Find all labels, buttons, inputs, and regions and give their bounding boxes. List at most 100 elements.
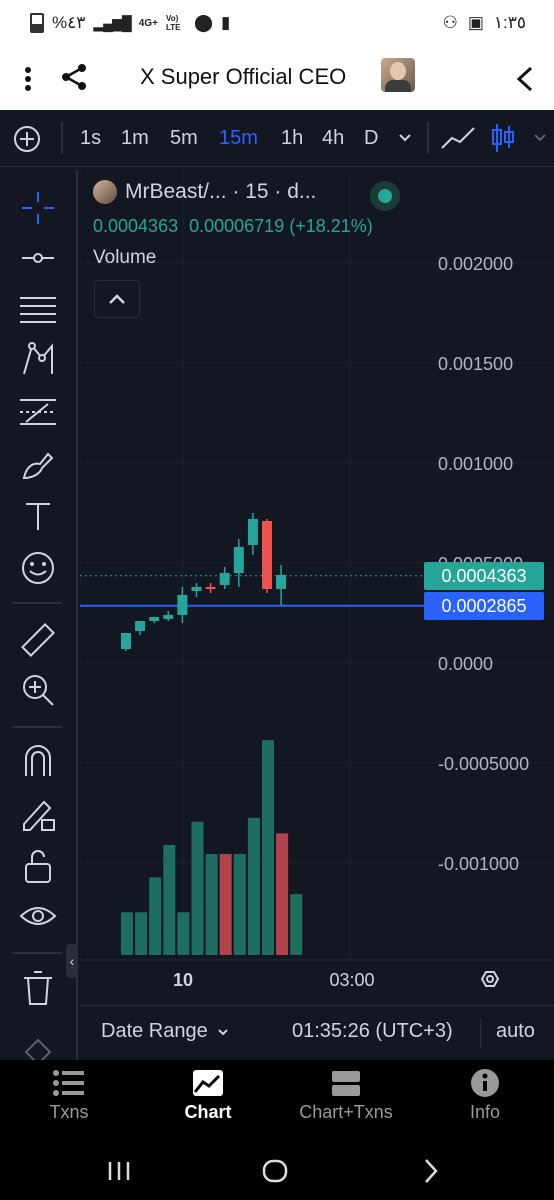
tf-5m[interactable]: 5m — [170, 127, 198, 150]
tab-chart[interactable]: Chart — [148, 1068, 268, 1123]
volume-bar — [276, 833, 289, 955]
price-axis-label: -0.001000 — [438, 854, 519, 874]
system-nav-bar — [0, 1150, 554, 1200]
settings-icon-center — [486, 975, 494, 983]
toolbar-divider — [12, 726, 62, 728]
forecast-icon[interactable] — [18, 392, 58, 432]
symbol-avatar — [93, 180, 117, 204]
chevron-down-icon[interactable] — [397, 130, 413, 146]
list-icon — [53, 1070, 84, 1096]
candle-body — [177, 595, 188, 615]
toolbar-divider — [480, 1018, 481, 1048]
line-chart-icon[interactable] — [440, 124, 476, 152]
date-range-button[interactable]: Date Range — [101, 1020, 230, 1043]
trend-line-icon[interactable] — [18, 238, 58, 278]
tf-4h[interactable]: 4h — [322, 127, 344, 150]
info-icon — [471, 1069, 499, 1097]
chart-footer: Date Range 01:35:26 (UTC+3) auto — [80, 1005, 554, 1061]
line-price-tag[interactable]: 0.0002865 — [424, 592, 544, 620]
chart-icon — [193, 1070, 223, 1096]
tf-1s[interactable]: 1s — [80, 127, 101, 150]
candle-body — [135, 621, 146, 631]
crosshair-icon[interactable] — [18, 188, 58, 228]
market-status-dot — [370, 181, 400, 211]
status-time: ١:٣٥ — [493, 13, 526, 32]
back-icon[interactable] — [513, 64, 537, 94]
candle-body — [247, 519, 258, 545]
volume-bar — [135, 912, 148, 955]
tab-chart-txns-label: Chart+Txns — [299, 1102, 393, 1122]
eye-icon[interactable] — [18, 896, 58, 936]
split-view-icon — [332, 1071, 360, 1096]
tf-1h[interactable]: 1h — [281, 127, 303, 150]
candle-body — [233, 547, 244, 573]
ruler-icon[interactable] — [18, 620, 58, 660]
status-left: %٤٣ ▂▄▆█ 4G+ Vo) LTE ⬤ ▮ — [30, 13, 230, 33]
symbol-legend: MrBeast/... · 15 · d... — [93, 180, 316, 204]
share-icon[interactable] — [60, 62, 90, 92]
unlock-icon[interactable] — [18, 846, 58, 886]
price-axis-label: 0.0000 — [438, 654, 493, 674]
status-bar: %٤٣ ▂▄▆█ 4G+ Vo) LTE ⬤ ▮ ⚇ ▣ ١:٣٥ — [0, 0, 554, 50]
chevron-down-icon — [218, 1028, 228, 1035]
collapse-toolbar-handle[interactable]: ‹ — [66, 944, 78, 978]
home-icon[interactable] — [260, 1156, 290, 1186]
tab-info[interactable]: Info — [425, 1068, 545, 1123]
gallery-icon: ▣ — [467, 13, 484, 32]
more-icon[interactable] — [22, 64, 34, 94]
settings-icon[interactable] — [480, 971, 500, 987]
tab-txns-label: Txns — [49, 1102, 89, 1122]
clock-timezone[interactable]: 01:35:26 (UTC+3) — [292, 1020, 453, 1043]
last-price-tag: 0.0004363 — [424, 562, 544, 590]
candle-body — [205, 587, 216, 589]
volume-bar — [219, 854, 232, 955]
chevron-up-icon — [109, 294, 125, 304]
recents-icon[interactable] — [104, 1156, 134, 1186]
price-axis-label: 0.002000 — [438, 254, 513, 274]
volume-bar — [149, 877, 162, 955]
volume-bar — [163, 845, 176, 955]
candle-body — [191, 587, 202, 591]
signal-icon: ▂▄▆█ — [93, 14, 131, 31]
back-nav-icon[interactable] — [416, 1156, 446, 1186]
legend-price: 0.0004363 — [93, 216, 179, 236]
volume-bar — [233, 854, 246, 955]
tf-D[interactable]: D — [364, 127, 378, 150]
add-indicator-icon[interactable] — [12, 124, 42, 154]
app-header: X Super Official CEO — [0, 50, 554, 110]
tab-txns[interactable]: Txns — [9, 1068, 129, 1123]
fib-lines-icon[interactable] — [18, 290, 58, 330]
status-right: ⚇ ▣ ١:٣٥ — [443, 13, 526, 33]
trash-icon[interactable] — [18, 968, 58, 1008]
volume-bar — [191, 821, 204, 955]
volume-bar — [177, 912, 190, 955]
volume-bar — [290, 894, 303, 955]
text-tool-icon[interactable] — [18, 496, 58, 536]
zoom-in-icon[interactable] — [18, 670, 58, 710]
tf-15m[interactable]: 15m — [219, 127, 258, 150]
lock-drawings-icon[interactable] — [18, 794, 58, 834]
volume-label: Volume — [93, 247, 157, 268]
candle-body — [149, 617, 160, 621]
candle-body — [163, 615, 174, 619]
brush-icon[interactable] — [18, 444, 58, 484]
pattern-icon[interactable] — [18, 340, 58, 380]
time-axis-label: 10 — [173, 970, 193, 990]
drawing-toolbar — [0, 170, 78, 1066]
emoji-icon[interactable] — [18, 548, 58, 588]
chevron-down-icon[interactable] — [532, 130, 548, 146]
auto-scale-button[interactable]: auto — [496, 1020, 535, 1043]
time-axis-label: 03:00 — [329, 970, 374, 990]
tab-chart-txns[interactable]: Chart+Txns — [286, 1068, 406, 1123]
candle-chart-icon[interactable] — [490, 122, 516, 154]
price-axis-label: 0.001500 — [438, 354, 513, 374]
magnet-icon[interactable] — [18, 742, 58, 782]
tab-info-label: Info — [469, 1102, 501, 1122]
volume-bar — [205, 854, 218, 955]
tf-1m[interactable]: 1m — [121, 127, 149, 150]
network-graph-icon: ⚇ — [442, 13, 458, 32]
candle-body — [219, 573, 230, 585]
collapse-legend-button[interactable] — [94, 280, 140, 318]
toolbar-divider — [427, 122, 429, 154]
legend-values: 0.0004363 0.00006719 (+18.21%) — [93, 216, 373, 237]
